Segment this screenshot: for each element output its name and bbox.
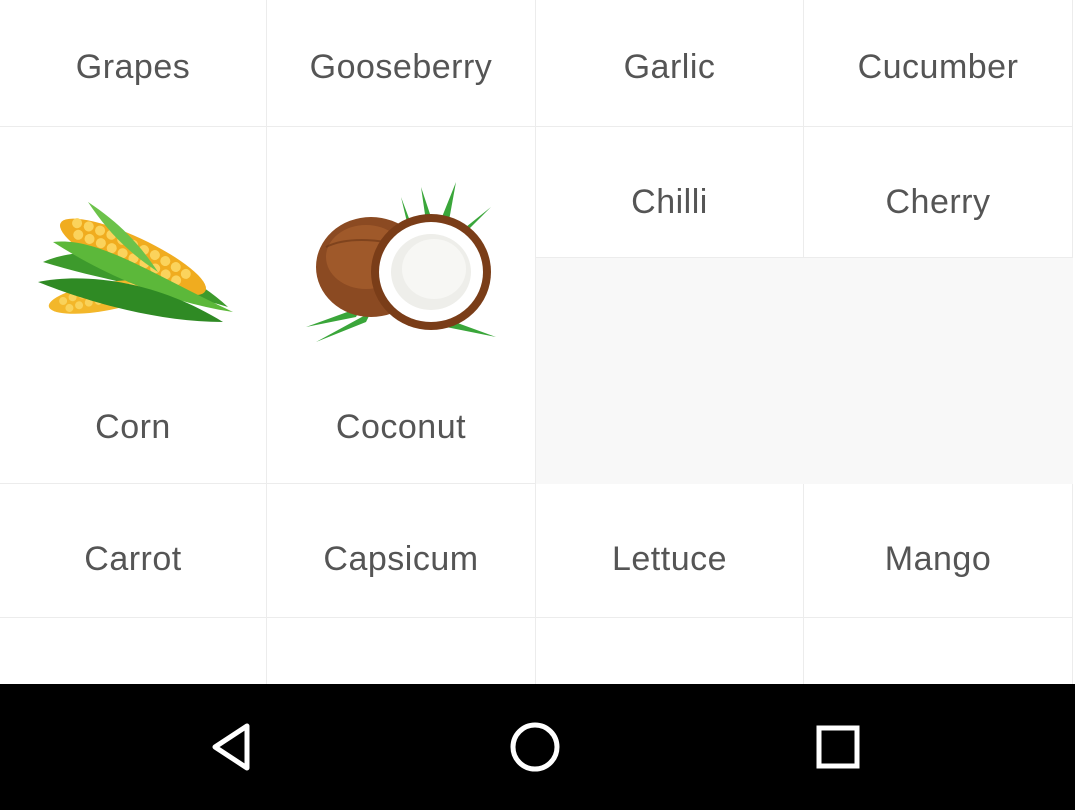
grid-item-partial[interactable] bbox=[804, 618, 1073, 684]
grid-item-cucumber[interactable]: Cucumber bbox=[804, 0, 1073, 127]
item-label: Capsicum bbox=[323, 540, 479, 578]
grid-item-coconut[interactable]: Coconut bbox=[267, 127, 536, 484]
back-triangle-icon bbox=[212, 723, 250, 771]
corn-image bbox=[0, 167, 266, 357]
recents-button[interactable] bbox=[803, 712, 873, 782]
grid-item-gooseberry[interactable]: Gooseberry bbox=[267, 0, 536, 127]
grid-item-partial[interactable] bbox=[536, 618, 804, 684]
navigation-bar bbox=[0, 684, 1075, 810]
grid-item-partial[interactable] bbox=[267, 618, 536, 684]
grid-item-carrot[interactable]: Carrot bbox=[0, 484, 267, 618]
home-circle-icon bbox=[510, 722, 560, 772]
grid-item-cherry[interactable]: Cherry bbox=[804, 127, 1073, 258]
home-button[interactable] bbox=[500, 712, 570, 782]
item-label: Grapes bbox=[75, 48, 191, 86]
item-label: Mango bbox=[884, 540, 992, 578]
item-label: Gooseberry bbox=[309, 48, 493, 86]
grid-item-grapes[interactable]: Grapes bbox=[0, 0, 267, 127]
empty-grid-area bbox=[536, 258, 1073, 484]
grid-item-corn[interactable]: Corn bbox=[0, 127, 267, 484]
item-label: Cherry bbox=[885, 183, 991, 221]
item-label: Lettuce bbox=[611, 540, 728, 578]
recents-square-icon bbox=[816, 725, 860, 769]
grid-item-partial[interactable] bbox=[0, 618, 267, 684]
grid-item-garlic[interactable]: Garlic bbox=[536, 0, 804, 127]
item-label: Carrot bbox=[84, 540, 182, 578]
back-button[interactable] bbox=[197, 712, 267, 782]
item-grid: Grapes Gooseberry Garlic Cucumber Corn C… bbox=[0, 0, 1075, 684]
item-label: Coconut bbox=[335, 408, 467, 446]
item-label: Chilli bbox=[631, 183, 708, 221]
grid-item-mango[interactable]: Mango bbox=[804, 484, 1073, 618]
grid-item-lettuce[interactable]: Lettuce bbox=[536, 484, 804, 618]
grid-item-capsicum[interactable]: Capsicum bbox=[267, 484, 536, 618]
item-label: Cucumber bbox=[857, 48, 1019, 86]
item-label: Corn bbox=[95, 408, 171, 446]
coconut-image bbox=[267, 167, 535, 357]
grid-item-chilli[interactable]: Chilli bbox=[536, 127, 804, 258]
item-label: Garlic bbox=[623, 48, 716, 86]
